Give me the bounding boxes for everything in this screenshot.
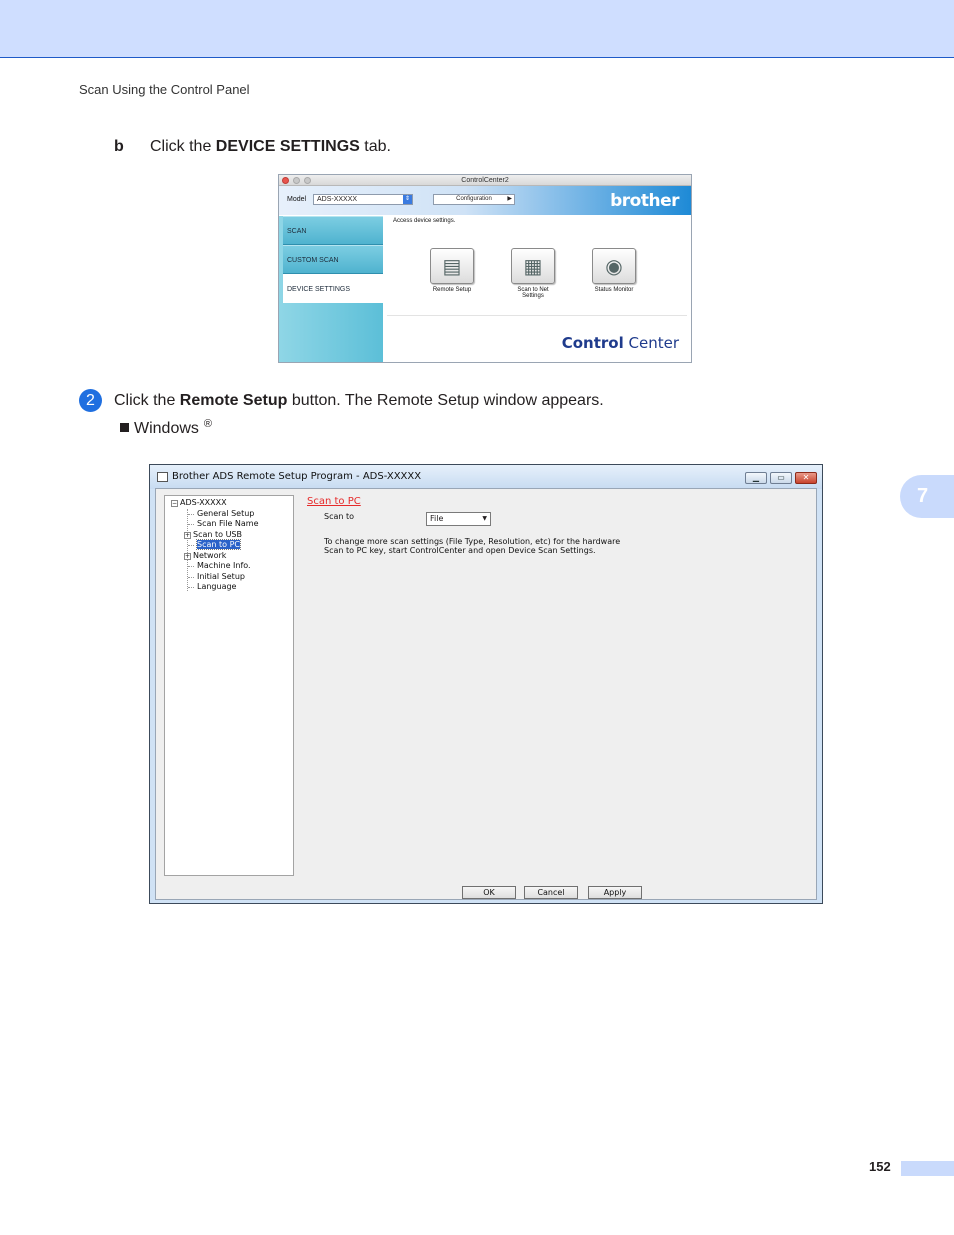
remote-setup-window-title: Brother ADS Remote Setup Program - ADS-X…: [172, 471, 422, 482]
tree-item-network[interactable]: + Network: [184, 551, 226, 561]
select-arrows-icon: ⇕: [403, 195, 412, 204]
model-select[interactable]: ADS-XXXXX ⇕: [313, 194, 413, 205]
cancel-button[interactable]: Cancel: [524, 886, 578, 899]
step-number-badge: 2: [79, 389, 102, 412]
tab-custom-scan[interactable]: CUSTOM SCAN: [283, 245, 383, 274]
square-bullet-icon: [120, 423, 129, 432]
remote-setup-button[interactable]: ▤ Remote Setup: [422, 248, 482, 293]
windows-bullet: Windows ®: [120, 418, 212, 438]
tree-item-initial-setup[interactable]: Initial Setup: [197, 572, 245, 582]
remote-setup-icon: ▤: [430, 248, 474, 284]
cc-toolbar: Model ADS-XXXXX ⇕ Configuration ▶ brothe…: [279, 186, 691, 215]
step-marker: b: [114, 138, 124, 155]
cc-title-bar: ControlCenter2: [279, 175, 691, 186]
remote-setup-body: − ADS-XXXXX General Setup Scan File Name …: [155, 488, 817, 900]
status-monitor-icon: ◉: [592, 248, 636, 284]
header-band: [0, 0, 954, 58]
tree-item-machine-info[interactable]: Machine Info.: [197, 561, 251, 571]
divider: [387, 315, 687, 316]
page-number: 152: [869, 1159, 891, 1174]
tree-connector: [188, 577, 194, 578]
tree-item-scan-to-usb[interactable]: + Scan to USB: [184, 530, 242, 540]
step-b-text: Click the DEVICE SETTINGS tab.: [150, 138, 391, 155]
tree-item-language[interactable]: Language: [197, 582, 236, 592]
status-monitor-button[interactable]: ◉ Status Monitor: [584, 248, 644, 293]
tree-connector: [188, 524, 194, 525]
pane-title: Scan to PC: [307, 496, 361, 507]
cc-description: Access device settings.: [393, 218, 456, 224]
tab-scan[interactable]: SCAN: [283, 216, 383, 245]
cc-window-title: ControlCenter2: [461, 177, 509, 184]
triangle-right-icon: ▶: [507, 196, 512, 202]
brother-logo: brother: [610, 191, 679, 211]
controlcenter-logo: Control Center: [561, 334, 679, 352]
chapter-tab: 7: [900, 475, 954, 518]
minimize-icon[interactable]: ▁: [745, 472, 767, 484]
tree-connector: [188, 514, 194, 515]
tree-connector: [188, 566, 194, 567]
scan-to-select[interactable]: File ▼: [426, 512, 491, 526]
window-controls: [282, 177, 311, 184]
ok-button[interactable]: OK: [462, 886, 516, 899]
tree-item-scan-file-name[interactable]: Scan File Name: [197, 519, 259, 529]
tree-connector: [188, 587, 194, 588]
collapse-icon[interactable]: −: [171, 500, 178, 507]
minimize-dot-icon[interactable]: [293, 177, 300, 184]
close-icon[interactable]: ✕: [795, 472, 817, 484]
model-label: Model: [287, 196, 307, 203]
chevron-down-icon: ▼: [482, 515, 487, 522]
settings-tree: − ADS-XXXXX General Setup Scan File Name …: [164, 495, 294, 876]
remote-setup-title-bar: Brother ADS Remote Setup Program - ADS-X…: [150, 465, 822, 489]
tree-connector: [188, 545, 194, 546]
pane-description: To change more scan settings (File Type,…: [324, 537, 621, 555]
app-icon: [157, 472, 168, 482]
scan-to-net-settings-button[interactable]: ▦ Scan to Net Settings: [503, 248, 563, 299]
scan-to-label: Scan to: [324, 512, 355, 521]
scan-to-net-icon: ▦: [511, 248, 555, 284]
expand-icon[interactable]: +: [184, 553, 191, 560]
controlcenter-window: ControlCenter2 Model ADS-XXXXX ⇕ Configu…: [278, 174, 692, 363]
tree-root[interactable]: − ADS-XXXXX: [171, 498, 227, 508]
cc-main-panel: Access device settings. ▤ Remote Setup ▦…: [383, 216, 691, 362]
expand-icon[interactable]: +: [184, 532, 191, 539]
maximize-icon[interactable]: ▭: [770, 472, 792, 484]
tree-guide-line: [187, 509, 188, 591]
configuration-button[interactable]: Configuration ▶: [433, 194, 515, 205]
tree-item-scan-to-pc[interactable]: Scan to PC: [196, 539, 241, 550]
tab-device-settings[interactable]: DEVICE SETTINGS: [283, 274, 383, 303]
section-header: Scan Using the Control Panel: [79, 82, 250, 97]
close-dot-icon[interactable]: [282, 177, 289, 184]
apply-button[interactable]: Apply: [588, 886, 642, 899]
zoom-dot-icon[interactable]: [304, 177, 311, 184]
cc-sidebar: SCAN CUSTOM SCAN DEVICE SETTINGS: [279, 216, 383, 362]
tree-item-general-setup[interactable]: General Setup: [197, 509, 254, 519]
step-2-text: Click the Remote Setup button. The Remot…: [114, 392, 604, 409]
remote-setup-window: Brother ADS Remote Setup Program - ADS-X…: [149, 464, 823, 904]
page-number-bar: [901, 1161, 954, 1176]
